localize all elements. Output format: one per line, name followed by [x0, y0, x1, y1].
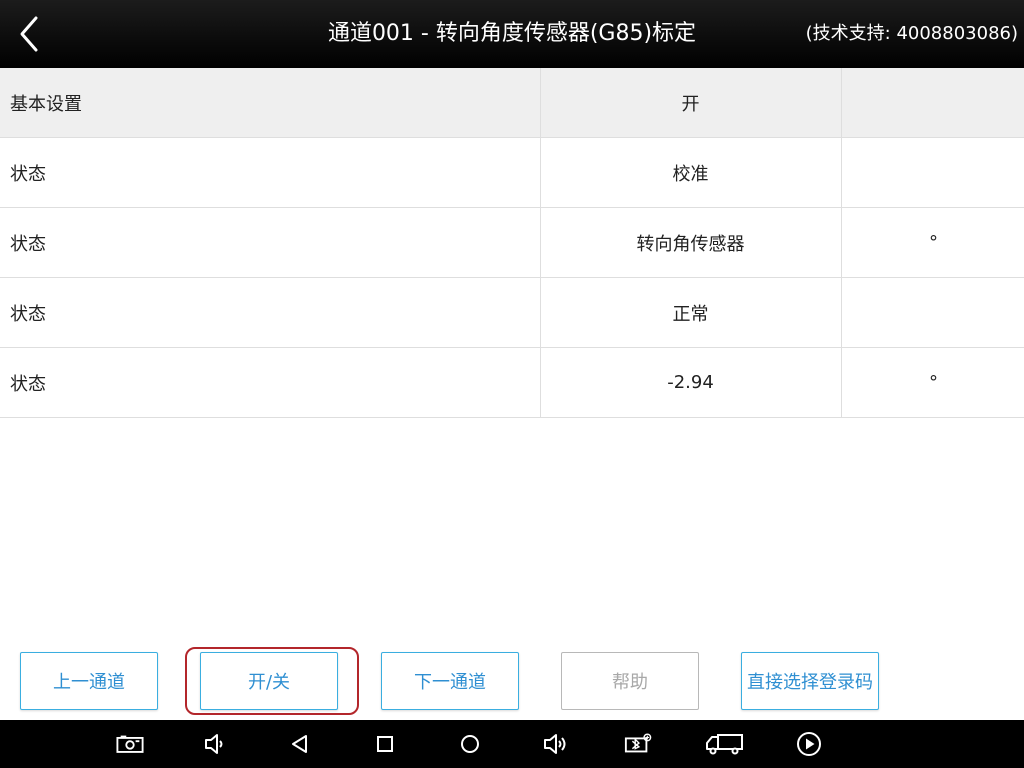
title-bar: 通道001 - 转向角度传感器(G85)标定 (技术支持: 4008803086…	[0, 0, 1024, 68]
home-icon[interactable]	[456, 732, 484, 756]
play-icon[interactable]	[795, 732, 823, 756]
table-row: 状态 正常	[0, 277, 1024, 348]
row-label: 状态	[0, 277, 540, 348]
table-row: 状态 转向角传感器 °	[0, 207, 1024, 278]
help-button[interactable]: 帮助	[561, 652, 699, 710]
screenshot-icon[interactable]	[116, 732, 144, 756]
row-label: 基本设置	[0, 68, 540, 138]
row-label: 状态	[0, 137, 540, 208]
row-unit: °	[840, 347, 1024, 418]
back-icon[interactable]	[14, 14, 50, 54]
channel-data-table: 基本设置 开 状态 校准 状态 转向角传感器 ° 状态 正常 状态 -2.94 …	[0, 68, 1024, 418]
volume-down-icon[interactable]	[201, 732, 229, 756]
row-label: 状态	[0, 207, 540, 278]
table-row: 基本设置 开	[0, 68, 1024, 138]
row-unit	[840, 68, 1024, 138]
recents-icon[interactable]	[371, 732, 399, 756]
vci-connection-icon[interactable]	[624, 732, 652, 756]
row-value: 校准	[539, 137, 841, 208]
table-row: 状态 -2.94 °	[0, 347, 1024, 418]
table-row: 状态 校准	[0, 137, 1024, 208]
row-label: 状态	[0, 347, 540, 418]
volume-up-icon[interactable]	[541, 732, 569, 756]
back-icon[interactable]	[286, 732, 314, 756]
prev-channel-button[interactable]: 上一通道	[20, 652, 158, 710]
row-unit	[840, 137, 1024, 208]
row-value: -2.94	[539, 347, 841, 418]
row-value: 开	[539, 68, 841, 138]
toggle-button[interactable]: 开/关	[200, 652, 338, 710]
row-value: 转向角传感器	[539, 207, 841, 278]
system-nav-bar	[0, 720, 1024, 768]
row-unit	[840, 277, 1024, 348]
row-unit: °	[840, 207, 1024, 278]
support-hotline: (技术支持: 4008803086)	[805, 23, 1018, 44]
direct-login-code-button[interactable]: 直接选择登录码	[741, 652, 879, 710]
truck-icon[interactable]	[705, 732, 745, 756]
row-value: 正常	[539, 277, 841, 348]
next-channel-button[interactable]: 下一通道	[381, 652, 519, 710]
